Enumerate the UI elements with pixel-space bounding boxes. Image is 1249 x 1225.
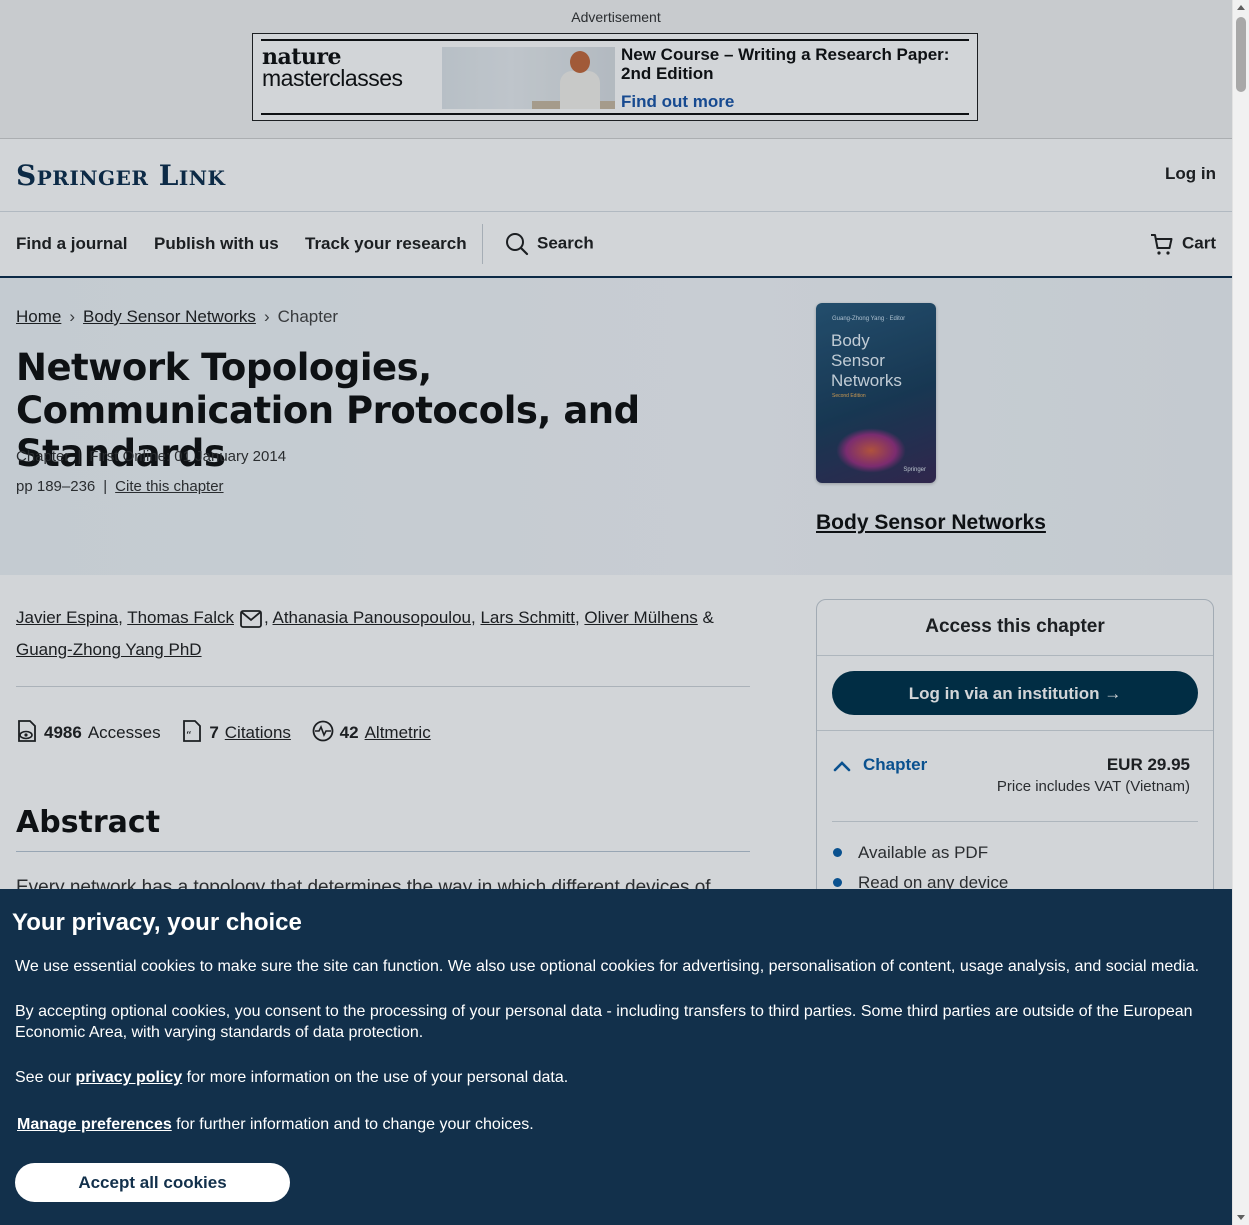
scroll-up-arrow-icon[interactable] xyxy=(1237,5,1245,10)
scroll-down-arrow-icon[interactable] xyxy=(1237,1215,1245,1220)
manage-preferences-link[interactable]: Manage preferences xyxy=(17,1116,172,1133)
scrollbar-thumb[interactable] xyxy=(1236,17,1246,92)
accept-all-cookies-button[interactable]: Accept all cookies xyxy=(15,1163,290,1202)
cookie-paragraph: By accepting optional cookies, you conse… xyxy=(15,1003,1193,1041)
privacy-policy-link[interactable]: privacy policy xyxy=(75,1069,182,1086)
cookie-paragraph: See our privacy policy for more informat… xyxy=(15,1067,1210,1088)
cookie-text: for more information on the use of your … xyxy=(182,1069,569,1086)
cookie-text: See our xyxy=(15,1069,76,1086)
cookie-paragraph: Manage preferences for further informati… xyxy=(17,1114,1212,1135)
cookie-text: for further information and to change yo… xyxy=(171,1116,534,1133)
cookie-paragraph: We use essential cookies to make sure th… xyxy=(15,958,1200,975)
page-scrollbar[interactable] xyxy=(1232,0,1249,1225)
cookie-consent-banner: Your privacy, your choice We use essenti… xyxy=(0,889,1232,1225)
cookie-title: Your privacy, your choice xyxy=(12,909,302,936)
